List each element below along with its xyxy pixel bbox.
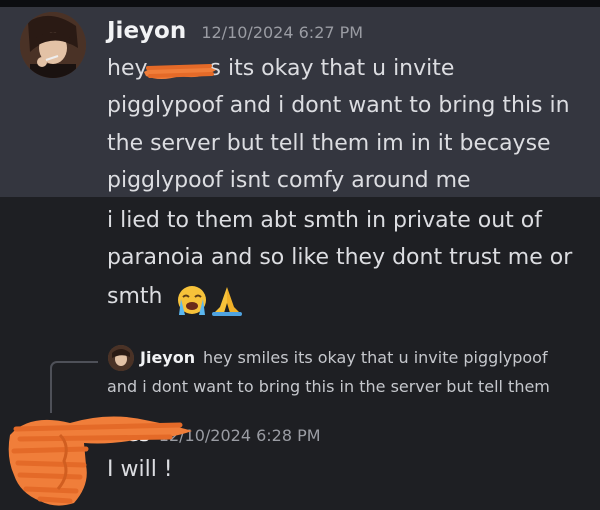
message-line-7: smth xyxy=(107,284,163,309)
folded-hands-icon[interactable] xyxy=(210,285,244,321)
second-message-header: mes 12/10/2024 6:28 PM xyxy=(108,425,321,446)
message-line-1: hey s its okay that u invite xyxy=(107,56,454,81)
reply-avatar[interactable] xyxy=(108,345,134,371)
username[interactable]: Jieyon xyxy=(107,18,186,44)
user-avatar[interactable] xyxy=(20,12,86,78)
second-user-avatar[interactable] xyxy=(28,424,80,476)
second-message-text: I will ! xyxy=(107,457,173,482)
message-line-3: the server but tell them im in it becays… xyxy=(107,131,551,156)
message-line-1-start: hey xyxy=(107,56,148,81)
message-line-4: pigglypoof isnt comfy around me xyxy=(107,168,471,193)
timestamp[interactable]: 12/10/2024 6:27 PM xyxy=(201,23,363,42)
message-line-6: paranoia and so like they dont trust me … xyxy=(107,245,573,270)
message-line-5: i lied to them abt smth in private out o… xyxy=(107,208,543,233)
avatar-image xyxy=(20,12,86,78)
message-line-1-end: s its okay that u invite xyxy=(209,56,455,81)
top-bar xyxy=(0,0,600,7)
message-line-2: pigglypoof and i dont want to bring this… xyxy=(107,93,570,118)
reply-preview[interactable]: hey smiles its okay that u invite piggly… xyxy=(203,348,548,367)
loudly-crying-face-icon[interactable] xyxy=(175,285,209,321)
message-header: Jieyon 12/10/2024 6:27 PM xyxy=(107,18,363,44)
reply-connector xyxy=(50,361,98,413)
second-timestamp[interactable]: 12/10/2024 6:28 PM xyxy=(159,426,321,445)
reply-preview-continued[interactable]: and i dont want to bring this in the ser… xyxy=(107,377,550,396)
reply-username[interactable]: Jieyon xyxy=(140,348,195,367)
second-username[interactable]: mes xyxy=(108,425,150,446)
